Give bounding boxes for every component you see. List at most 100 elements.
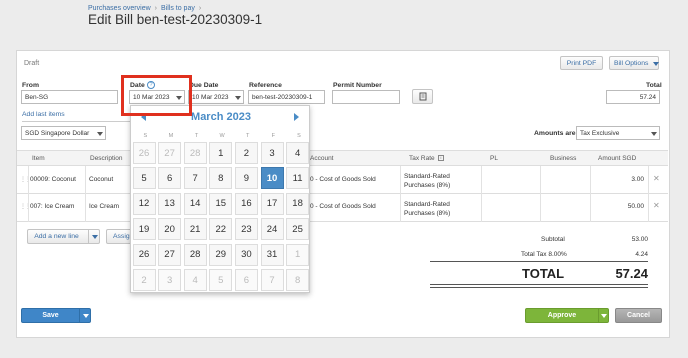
- calendar-day[interactable]: 24: [260, 218, 284, 241]
- calendar-day-other-month[interactable]: 1: [286, 243, 310, 266]
- calendar-day[interactable]: 12: [132, 192, 156, 215]
- column-divider: [540, 166, 541, 222]
- delete-row-icon[interactable]: ✕: [653, 174, 660, 183]
- print-pdf-button[interactable]: Print PDF: [560, 56, 603, 70]
- save-button[interactable]: Save: [22, 309, 79, 322]
- cancel-button[interactable]: Cancel: [615, 308, 662, 323]
- breadcrumb-purchases-overview[interactable]: Purchases overview: [88, 5, 151, 12]
- calendar-day[interactable]: 29: [209, 243, 233, 266]
- calendar-day[interactable]: 19: [132, 218, 156, 241]
- amounts-are-select[interactable]: Tax Exclusive: [576, 126, 660, 140]
- permit-number-label: Permit Number: [333, 82, 382, 89]
- subtotal-value: 53.00: [631, 236, 648, 243]
- total-tax-value: 4.24: [635, 251, 648, 258]
- calendar-day[interactable]: 25: [286, 218, 310, 241]
- split-divider: [598, 309, 599, 322]
- calendar-day[interactable]: 1: [209, 142, 233, 164]
- column-header-account: Account: [310, 155, 334, 162]
- calendar-day-other-month[interactable]: 3: [158, 269, 182, 291]
- delete-row-icon[interactable]: ✕: [653, 201, 660, 210]
- calendar-day[interactable]: 28: [183, 243, 207, 266]
- calendar-day[interactable]: 22: [209, 218, 233, 241]
- approve-button[interactable]: Approve: [526, 309, 598, 322]
- calendar-day-other-month[interactable]: 6: [234, 269, 258, 291]
- calendar-day[interactable]: 14: [183, 192, 207, 215]
- breadcrumb-separator: ›: [154, 5, 157, 12]
- divider: [22, 121, 132, 122]
- tax-info-icon[interactable]: i: [438, 155, 444, 161]
- calendar-day[interactable]: 27: [158, 243, 182, 266]
- add-new-line-button[interactable]: Add a new line: [27, 229, 100, 244]
- row-amount[interactable]: 50.00: [620, 203, 644, 210]
- calendar-day[interactable]: 8: [209, 167, 233, 190]
- permit-number-input[interactable]: [332, 90, 400, 104]
- row-item[interactable]: 007: Ice Cream: [30, 203, 74, 210]
- row-description[interactable]: Ice Cream: [89, 203, 119, 210]
- calendar-day[interactable]: 7: [183, 167, 207, 190]
- next-month-icon[interactable]: [294, 113, 299, 121]
- calendar-day-other-month[interactable]: 27: [158, 142, 182, 164]
- attach-button[interactable]: [412, 89, 433, 104]
- calendar-day[interactable]: 6: [158, 167, 182, 190]
- calendar-day[interactable]: 16: [234, 192, 258, 215]
- currency-select[interactable]: SGD Singapore Dollar: [21, 126, 106, 140]
- calendar-day[interactable]: 15: [209, 192, 233, 215]
- column-divider: [400, 166, 401, 222]
- calendar-day-other-month[interactable]: 5: [209, 269, 233, 291]
- calendar-day[interactable]: 26: [132, 243, 156, 266]
- calendar-day[interactable]: 18: [286, 192, 310, 215]
- calendar-day[interactable]: 4: [286, 142, 310, 164]
- calendar-day[interactable]: 5: [132, 167, 156, 190]
- calendar-day[interactable]: 2: [234, 142, 258, 164]
- bill-options-button[interactable]: Bill Options: [609, 56, 659, 70]
- calendar-day[interactable]: 3: [260, 142, 284, 164]
- row-tax-rate[interactable]: Standard-Rated Purchases (8%): [404, 172, 474, 190]
- chevron-down-icon: [651, 132, 657, 136]
- chevron-down-icon: [653, 62, 659, 66]
- due-date-dropdown-icon[interactable]: [235, 96, 241, 100]
- chevron-down-icon[interactable]: [83, 314, 89, 318]
- calendar-day[interactable]: 11: [286, 167, 310, 190]
- calendar-day-other-month[interactable]: 2: [132, 269, 156, 291]
- calendar-day-other-month[interactable]: 7: [260, 269, 284, 291]
- calendar-day[interactable]: 21: [183, 218, 207, 241]
- row-tax-rate[interactable]: Standard-Rated Purchases (8%): [404, 200, 474, 218]
- calendar-day[interactable]: 9: [234, 167, 258, 190]
- calendar-day-other-month[interactable]: 28: [183, 142, 207, 164]
- column-header-item: Item: [32, 155, 45, 162]
- add-last-items-link[interactable]: Add last items: [22, 111, 65, 118]
- total-input[interactable]: 57.24: [606, 90, 660, 104]
- breadcrumb-bills-to-pay[interactable]: Bills to pay: [161, 5, 195, 12]
- column-divider: [28, 166, 29, 222]
- breadcrumb-separator: ›: [198, 5, 202, 12]
- chevron-down-icon: [97, 132, 103, 136]
- column-header-tax-rate: Tax Rate: [409, 155, 435, 162]
- row-amount[interactable]: 3.00: [620, 176, 644, 183]
- calendar-day[interactable]: 13: [158, 192, 182, 215]
- calendar-day[interactable]: 31: [260, 243, 284, 266]
- chevron-down-icon[interactable]: [601, 314, 607, 318]
- from-input[interactable]: Ben-SG: [21, 90, 118, 104]
- amounts-are-label: Amounts are: [534, 130, 576, 137]
- reference-label: Reference: [249, 82, 282, 89]
- chevron-down-icon[interactable]: [92, 235, 98, 239]
- calendar-day-other-month[interactable]: 8: [286, 269, 310, 291]
- row-item[interactable]: 00009: Coconut: [30, 176, 76, 183]
- reference-input[interactable]: ben-test-20230309-1: [248, 90, 325, 104]
- calendar-day-selected[interactable]: 10: [260, 167, 284, 190]
- weekday-header: F: [271, 133, 276, 139]
- calendar-day[interactable]: 20: [158, 218, 182, 241]
- row-account[interactable]: 0 - Cost of Goods Sold: [310, 176, 376, 183]
- row-description[interactable]: Coconut: [89, 176, 113, 183]
- column-divider: [85, 166, 86, 222]
- status-label: Draft: [24, 60, 40, 67]
- calendar-day[interactable]: 23: [234, 218, 258, 241]
- column-divider: [648, 166, 649, 222]
- calendar-day-other-month[interactable]: 4: [183, 269, 207, 291]
- bill-options-label: Bill Options: [614, 59, 649, 67]
- calendar-day-other-month[interactable]: 26: [132, 142, 156, 164]
- row-account[interactable]: 0 - Cost of Goods Sold: [310, 203, 376, 210]
- calendar-day[interactable]: 17: [260, 192, 284, 215]
- calendar-day[interactable]: 30: [234, 243, 258, 266]
- split-divider: [79, 309, 80, 322]
